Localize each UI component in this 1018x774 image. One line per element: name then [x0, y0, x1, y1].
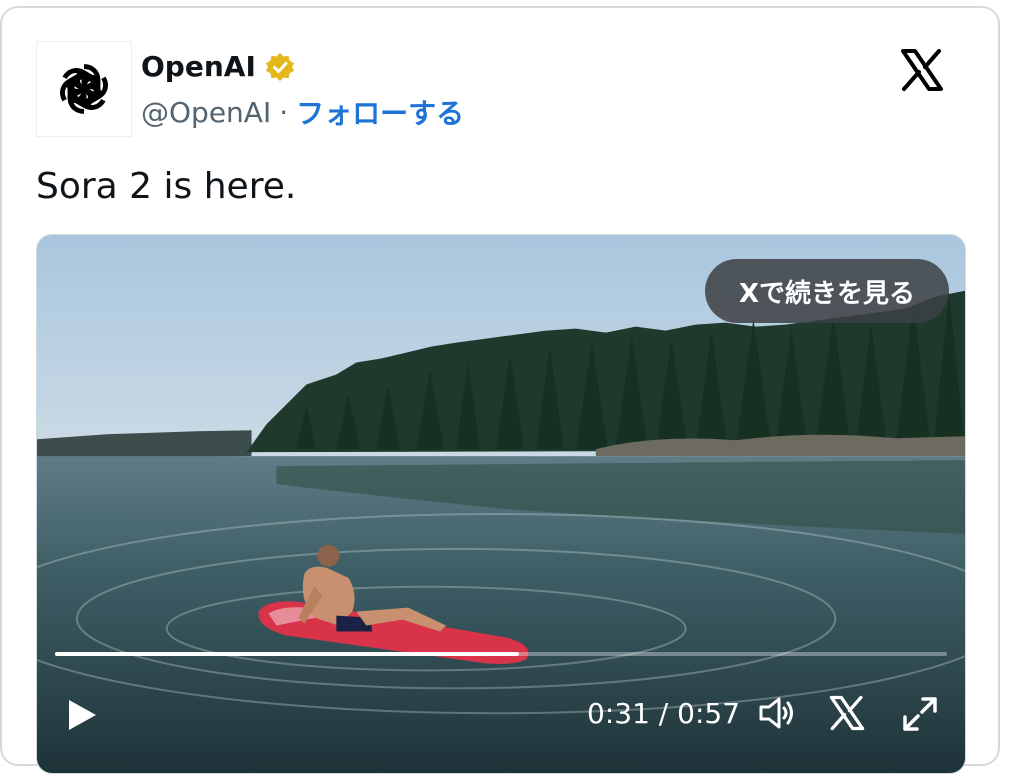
tweet-text: Sora 2 is here. — [36, 166, 297, 207]
duration: 0:57 — [677, 697, 741, 730]
x-logo-icon[interactable] — [900, 48, 944, 92]
time-separator: / — [649, 697, 678, 730]
play-icon[interactable] — [65, 697, 99, 733]
handle[interactable]: @OpenAI — [141, 96, 271, 129]
author-name[interactable]: OpenAI — [141, 50, 256, 83]
x-logo-icon[interactable] — [829, 695, 865, 731]
progress-fill — [55, 652, 519, 656]
video-controls: 0:31 / 0:57 — [37, 683, 965, 747]
openai-logo-icon — [49, 54, 119, 124]
follow-button[interactable]: フォローする — [296, 92, 464, 132]
avatar[interactable] — [36, 41, 132, 137]
fullscreen-icon[interactable] — [901, 695, 939, 733]
volume-icon[interactable] — [757, 693, 797, 733]
time-display: 0:31 / 0:57 — [587, 697, 740, 730]
tweet-card: OpenAI @OpenAI · フォローする Sora 2 is here. — [0, 6, 1000, 774]
separator: · — [279, 95, 289, 129]
handle-row: @OpenAI · フォローする — [141, 92, 464, 132]
verified-badge-icon — [264, 51, 296, 83]
view-on-x-button[interactable]: Xで続きを見る — [704, 259, 949, 323]
progress-bar[interactable] — [55, 652, 947, 656]
current-time: 0:31 — [587, 697, 650, 730]
video-player[interactable]: Xで続きを見る 0:31 / 0:57 — [36, 234, 966, 774]
author-name-row[interactable]: OpenAI — [141, 50, 296, 83]
